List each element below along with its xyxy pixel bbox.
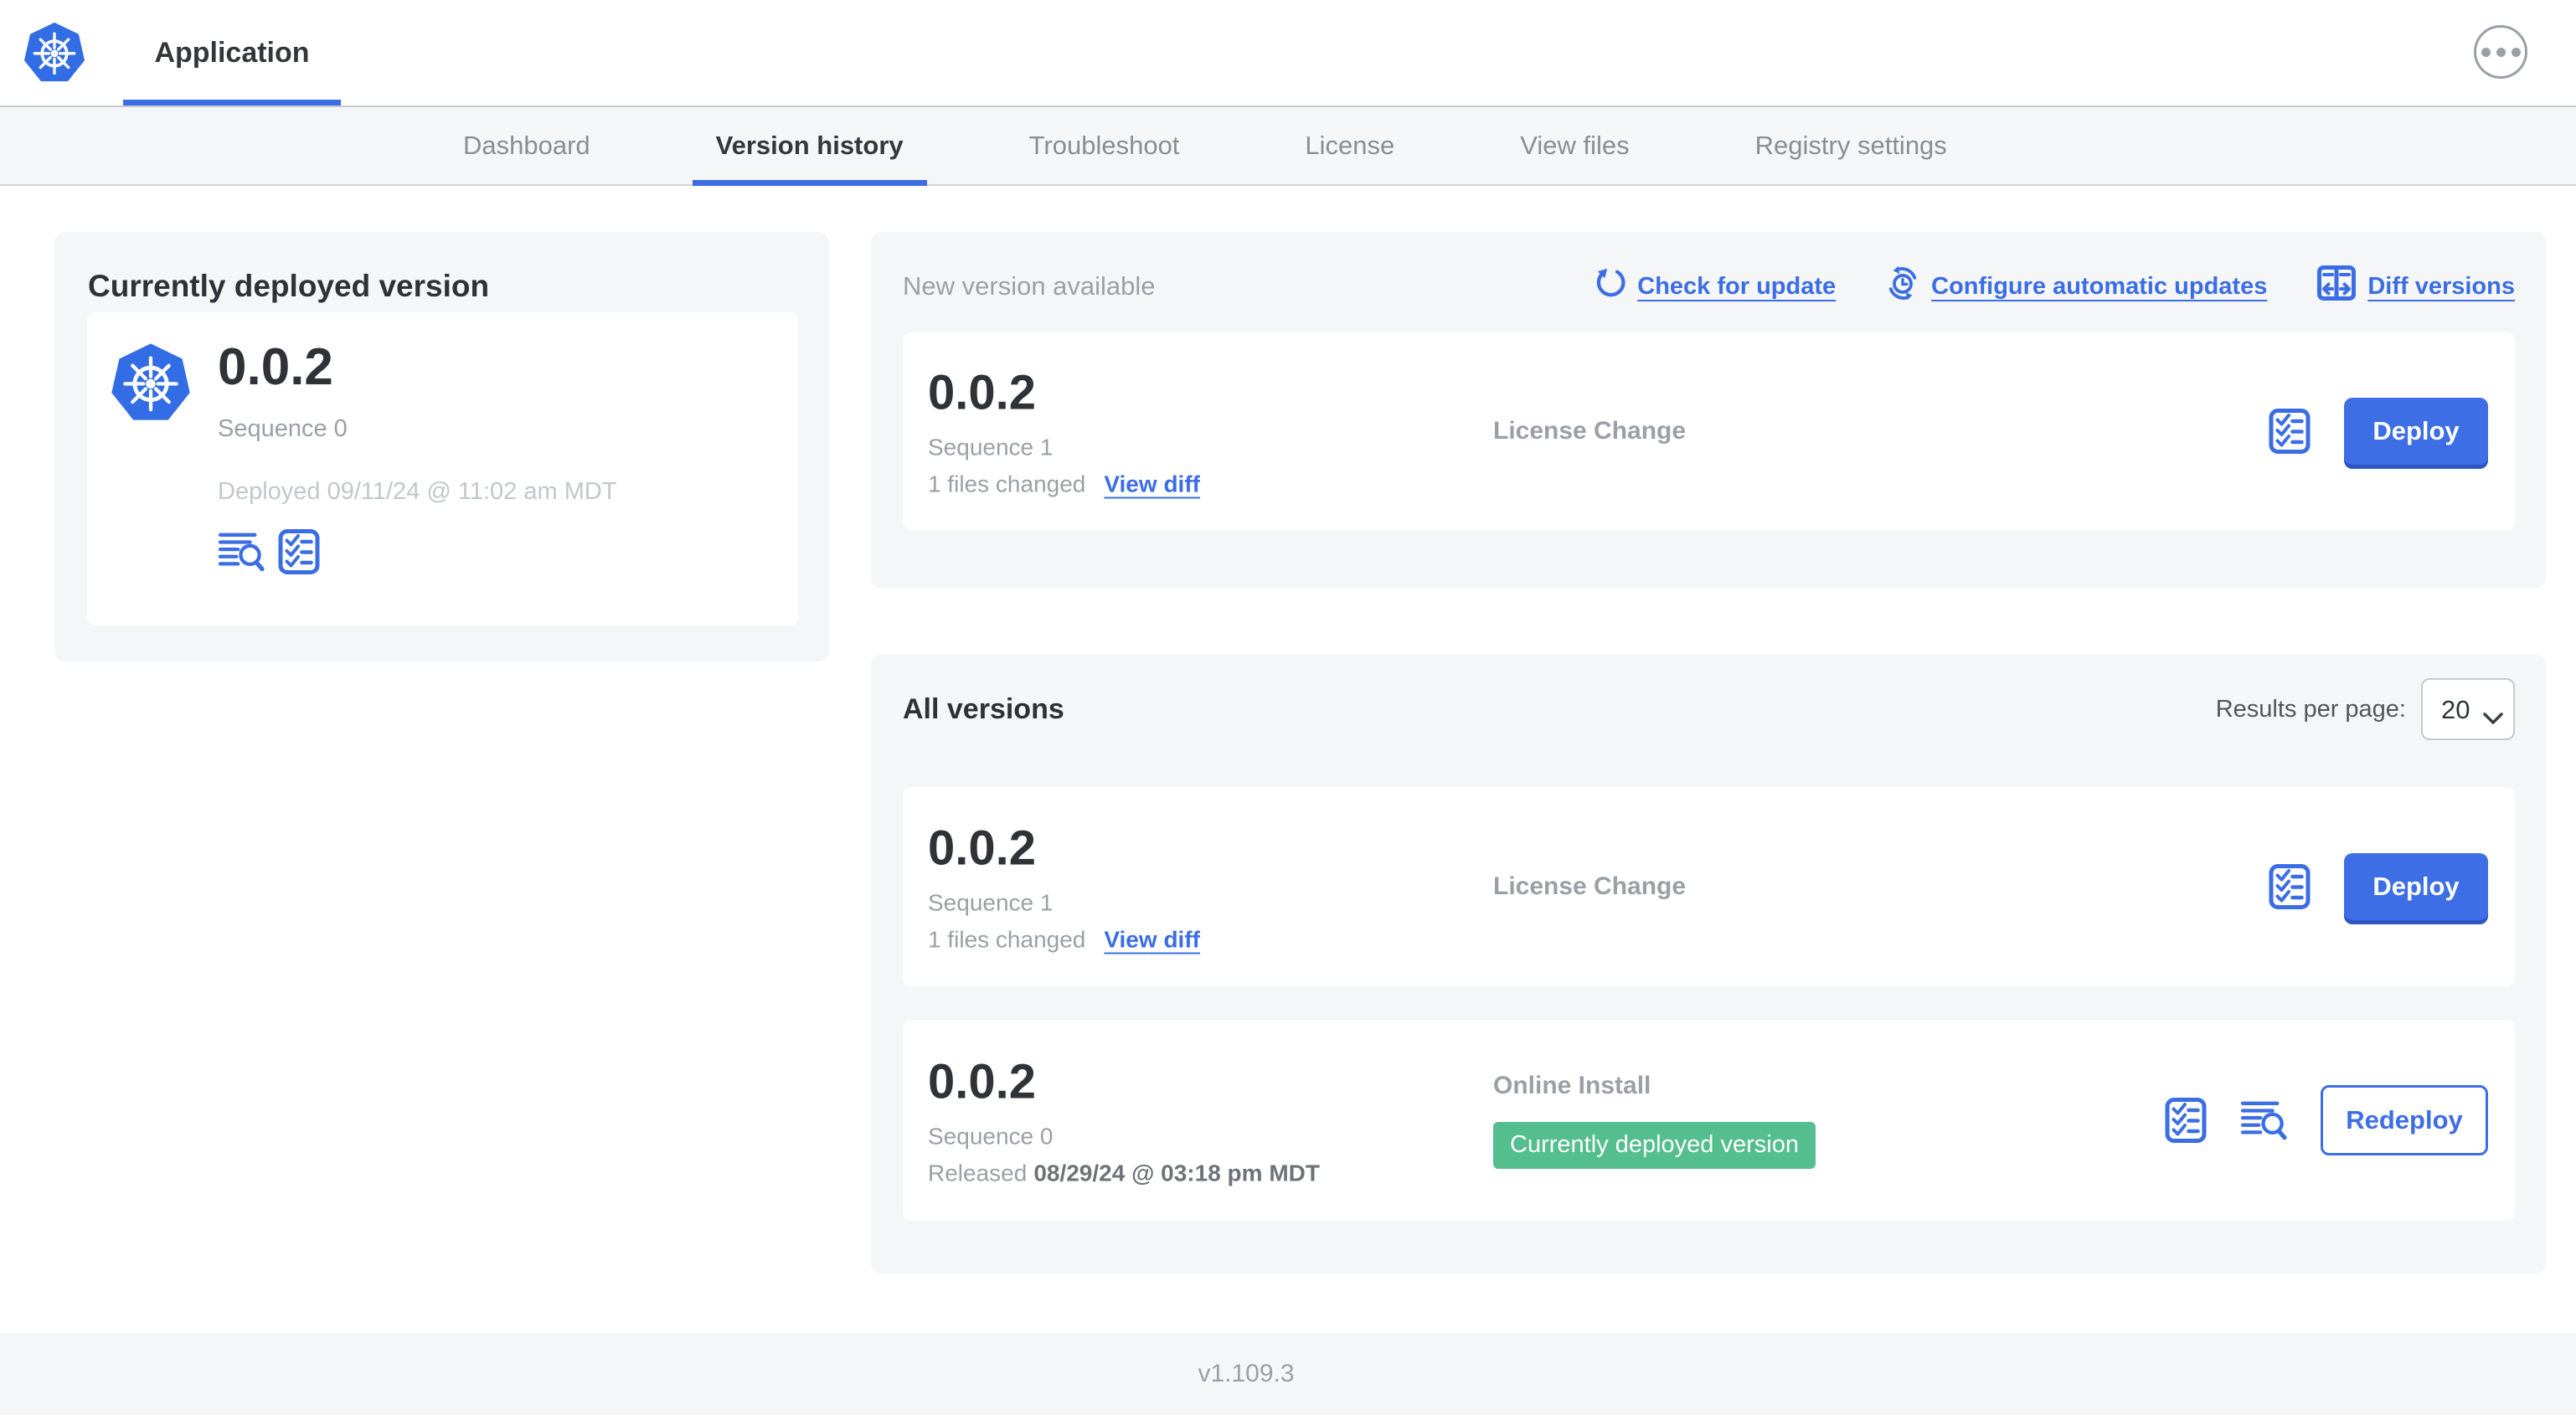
results-per-page-label: Results per page: bbox=[2215, 695, 2406, 723]
released-timestamp: 08/29/24 @ 03:18 pm MDT bbox=[1033, 1160, 1320, 1186]
version-info: 0.0.2 Sequence 1 1 files changed View di… bbox=[928, 821, 1200, 954]
source-label: License Change bbox=[1493, 872, 1687, 900]
new-version-card: 0.0.2 Sequence 1 1 files changed View di… bbox=[903, 332, 2515, 530]
released-row: Released 08/29/24 @ 03:18 pm MDT bbox=[928, 1160, 1320, 1187]
version-number: 0.0.2 bbox=[928, 365, 1036, 420]
logs-icon[interactable] bbox=[218, 532, 265, 572]
results-per-page: Results per page: 20 bbox=[2216, 678, 2515, 740]
tab-view-files[interactable]: View files bbox=[1520, 107, 1629, 184]
all-versions-header: All versions Results per page: 20 bbox=[871, 655, 2546, 755]
files-changed-row: 1 files changed View diff bbox=[928, 471, 1200, 498]
ellipsis-icon bbox=[2511, 47, 2521, 57]
currently-deployed-card: Currently deployed version 0.0.2 Sequenc… bbox=[54, 232, 829, 661]
release-notes-icon[interactable] bbox=[2269, 864, 2311, 909]
deployed-actions bbox=[218, 529, 617, 574]
view-diff-link[interactable]: View diff bbox=[1104, 471, 1200, 498]
all-versions-section: All versions Results per page: 20 0.0.2 … bbox=[871, 655, 2546, 1274]
version-source: License Change bbox=[1493, 417, 1686, 445]
tab-registry-settings[interactable]: Registry settings bbox=[1755, 107, 1947, 184]
version-sequence: Sequence 1 bbox=[928, 889, 1054, 916]
currently-deployed-title: Currently deployed version bbox=[88, 269, 490, 303]
deployed-timestamp: Deployed 09/11/24 @ 11:02 am MDT bbox=[218, 478, 617, 505]
configure-automatic-updates-link[interactable]: Configure automatic updates bbox=[1886, 266, 2267, 306]
check-for-update-label: Check for update bbox=[1637, 272, 1837, 300]
version-info: 0.0.2 Sequence 0 Released 08/29/24 @ 03:1… bbox=[928, 1054, 1320, 1187]
version-sequence: Sequence 1 bbox=[928, 434, 1054, 461]
app-logo-icon bbox=[23, 20, 85, 84]
configure-automatic-updates-label: Configure automatic updates bbox=[1931, 272, 2268, 300]
version-sequence: Sequence 0 bbox=[928, 1123, 1054, 1150]
version-source: License Change bbox=[1493, 872, 1686, 901]
source-label: License Change bbox=[1493, 417, 1687, 445]
tab-dashboard[interactable]: Dashboard bbox=[463, 107, 590, 184]
view-diff-link[interactable]: View diff bbox=[1104, 927, 1200, 954]
release-notes-icon[interactable] bbox=[2269, 409, 2311, 454]
deployed-sequence: Sequence 0 bbox=[218, 415, 348, 442]
refresh-icon bbox=[1594, 267, 1625, 306]
clock-sync-icon bbox=[1886, 266, 1919, 306]
version-actions: Redeploy bbox=[2165, 1085, 2488, 1155]
version-actions: Deploy bbox=[2269, 398, 2488, 465]
diff-versions-link[interactable]: Diff versions bbox=[2317, 265, 2515, 307]
released-label: Released bbox=[928, 1160, 1028, 1186]
deployed-version-number: 0.0.2 bbox=[218, 338, 333, 396]
release-notes-icon[interactable] bbox=[2165, 1098, 2207, 1143]
tab-troubleshoot[interactable]: Troubleshoot bbox=[1029, 107, 1180, 184]
files-changed-label: 1 files changed bbox=[928, 471, 1086, 497]
top-header: Application bbox=[0, 0, 2576, 105]
diff-icon bbox=[2317, 265, 2356, 307]
version-actions: Deploy bbox=[2269, 853, 2488, 920]
results-per-page-select[interactable]: 20 bbox=[2421, 678, 2515, 740]
app-tab[interactable]: Application bbox=[123, 0, 341, 105]
version-row: 0.0.2 Sequence 1 1 files changed View di… bbox=[903, 787, 2515, 986]
app-nav-tabs: Dashboard Version history Troubleshoot L… bbox=[0, 105, 2576, 186]
deployed-version-info: 0.0.2 Sequence 0 Deployed 09/11/24 @ 11:… bbox=[218, 337, 617, 574]
update-links: Check for update Configure automatic upd… bbox=[1594, 265, 2515, 307]
files-changed-row: 1 files changed View diff bbox=[928, 927, 1200, 954]
files-changed-label: 1 files changed bbox=[928, 926, 1086, 953]
version-info: 0.0.2 Sequence 1 1 files changed View di… bbox=[928, 365, 1200, 498]
deployed-version-card: 0.0.2 Sequence 0 Deployed 09/11/24 @ 11:… bbox=[87, 312, 798, 625]
admin-console-page: Application Dashboard Version history Tr… bbox=[0, 0, 2576, 1415]
tab-license[interactable]: License bbox=[1305, 107, 1394, 184]
source-label: Online Install bbox=[1493, 1072, 1651, 1099]
all-versions-title: All versions bbox=[903, 692, 1064, 725]
deploy-button[interactable]: Deploy bbox=[2344, 398, 2488, 465]
logs-icon[interactable] bbox=[2240, 1100, 2287, 1140]
diff-versions-label: Diff versions bbox=[2367, 272, 2515, 300]
app-version-logo-icon bbox=[111, 341, 191, 423]
overflow-menu-button[interactable] bbox=[2474, 25, 2527, 79]
release-notes-icon[interactable] bbox=[278, 529, 320, 574]
console-version: v1.109.3 bbox=[1198, 1360, 1295, 1387]
ellipsis-icon bbox=[2481, 47, 2491, 57]
check-for-update-link[interactable]: Check for update bbox=[1594, 267, 1836, 306]
currently-deployed-badge: Currently deployed version bbox=[1493, 1122, 1816, 1169]
footer: v1.109.3 bbox=[0, 1333, 2576, 1415]
app-tab-label: Application bbox=[154, 36, 310, 69]
version-source: Online Install Currently deployed versio… bbox=[1493, 1072, 1816, 1169]
redeploy-button[interactable]: Redeploy bbox=[2321, 1085, 2488, 1155]
version-number: 0.0.2 bbox=[928, 1054, 1036, 1109]
new-version-section: New version available Check for update C… bbox=[871, 232, 2546, 589]
results-per-page-select-wrap: 20 bbox=[2421, 678, 2515, 740]
tab-version-history[interactable]: Version history bbox=[692, 107, 927, 186]
deploy-button[interactable]: Deploy bbox=[2344, 853, 2488, 920]
ellipsis-icon bbox=[2496, 47, 2506, 57]
version-number: 0.0.2 bbox=[928, 821, 1036, 876]
new-version-header: New version available Check for update C… bbox=[871, 232, 2546, 332]
version-row: 0.0.2 Sequence 0 Released 08/29/24 @ 03:1… bbox=[903, 1020, 2515, 1221]
new-version-title: New version available bbox=[903, 271, 1156, 301]
